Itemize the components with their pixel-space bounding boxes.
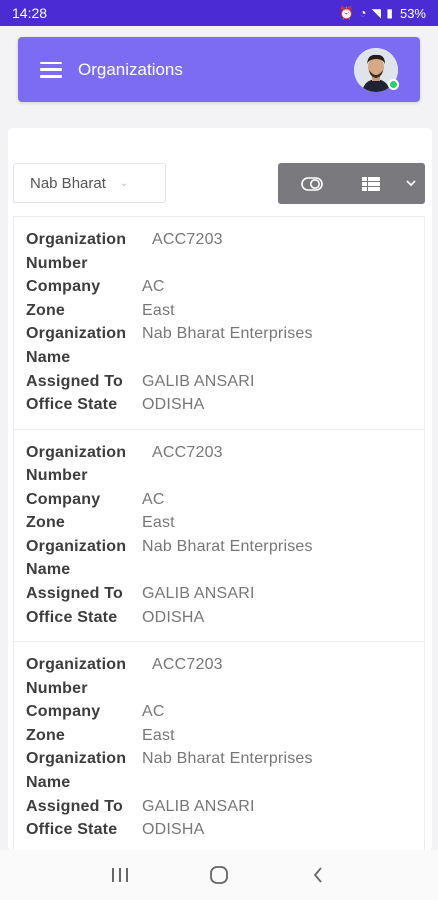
zone-label: Zone bbox=[26, 514, 66, 532]
org-number-label-cont: Number bbox=[26, 254, 88, 272]
assigned-value: GALIB ANSARI bbox=[142, 372, 255, 390]
org-name-value: Nab Bharat Enterprises bbox=[142, 750, 313, 768]
org-name-label-cont: Name bbox=[26, 561, 71, 579]
org-name-label-cont: Name bbox=[26, 348, 71, 366]
org-number-label: Organization bbox=[26, 231, 127, 248]
chevron-down-icon bbox=[406, 180, 416, 187]
online-status-icon bbox=[388, 78, 399, 90]
home-icon bbox=[210, 866, 228, 884]
toggle-icon bbox=[300, 176, 323, 191]
status-time: 14:28 bbox=[12, 5, 48, 21]
org-number-value: ACC7203 bbox=[152, 443, 223, 461]
back-button[interactable] bbox=[298, 855, 338, 895]
list-item[interactable]: Organization ACC7203 Number Company AC Zon… bbox=[14, 217, 424, 430]
toggle-view-button[interactable] bbox=[278, 163, 346, 204]
assigned-value: GALIB ANSARI bbox=[142, 797, 255, 815]
filter-selected-value: Nab Bharat bbox=[30, 174, 106, 192]
state-value: ODISHA bbox=[142, 608, 205, 626]
recent-apps-icon bbox=[111, 868, 128, 882]
zone-value: East bbox=[142, 726, 175, 744]
assigned-label: Assigned To bbox=[26, 797, 124, 815]
status-icons: ⏰ ◔ ◥ ▮ 53% bbox=[339, 6, 426, 21]
system-icons: ⏰ ◔ ◥ ▮ bbox=[338, 6, 394, 20]
company-label: Company bbox=[26, 703, 101, 721]
page-title: Organizations bbox=[78, 59, 183, 79]
organization-list: Organization ACC7203 Number Company AC Zon… bbox=[13, 216, 425, 850]
company-value: AC bbox=[142, 490, 165, 508]
battery-level: 53% bbox=[399, 5, 426, 21]
assigned-label: Assigned To bbox=[26, 372, 124, 390]
org-name-label: Organization bbox=[26, 750, 127, 768]
state-value: ODISHA bbox=[142, 821, 205, 839]
state-label: Office State bbox=[26, 396, 118, 414]
state-value: ODISHA bbox=[142, 396, 205, 414]
org-name-label-cont: Name bbox=[26, 773, 71, 791]
app-header: Organizations bbox=[18, 37, 420, 102]
assigned-value: GALIB ANSARI bbox=[142, 585, 255, 603]
company-value: AC bbox=[142, 703, 165, 721]
org-name-label: Organization bbox=[26, 537, 127, 555]
grid-view-button[interactable] bbox=[346, 163, 398, 204]
org-name-value: Nab Bharat Enterprises bbox=[142, 325, 313, 343]
zone-value: East bbox=[142, 514, 175, 532]
list-item[interactable]: Organization ACC7203 Number Company AC Zon… bbox=[14, 642, 424, 850]
state-label: Office State bbox=[26, 821, 118, 839]
org-number-label-cont: Number bbox=[26, 679, 88, 697]
org-name-label: Organization bbox=[26, 325, 127, 343]
org-name-value: Nab Bharat Enterprises bbox=[142, 537, 313, 555]
zone-label: Zone bbox=[26, 301, 66, 319]
company-label: Company bbox=[26, 490, 101, 508]
status-bar: 14:28 ⏰ ◔ ◥ ▮ 53% bbox=[0, 0, 438, 26]
chevron-down-icon: ⌄ bbox=[119, 177, 129, 189]
list-item[interactable]: Organization ACC7203 Number Company AC Zon… bbox=[14, 430, 424, 642]
view-options-dropdown[interactable] bbox=[397, 163, 425, 204]
zone-value: East bbox=[142, 301, 175, 319]
org-number-value: ACC7203 bbox=[152, 656, 223, 673]
company-value: AC bbox=[142, 278, 165, 296]
recent-apps-button[interactable] bbox=[100, 855, 140, 895]
assigned-label: Assigned To bbox=[26, 585, 124, 603]
view-toggle-group bbox=[278, 163, 425, 204]
organization-filter-select[interactable]: Nab Bharat ⌄ bbox=[13, 163, 166, 203]
state-label: Office State bbox=[26, 608, 118, 626]
home-button[interactable] bbox=[199, 855, 239, 895]
org-number-label-cont: Number bbox=[26, 467, 88, 485]
org-number-label: Organization bbox=[26, 656, 127, 673]
system-navigation-bar bbox=[0, 850, 438, 900]
avatar[interactable] bbox=[354, 47, 399, 92]
org-number-value: ACC7203 bbox=[152, 231, 223, 248]
menu-icon[interactable] bbox=[40, 61, 62, 78]
zone-label: Zone bbox=[26, 726, 66, 744]
back-arrow-icon bbox=[314, 867, 322, 883]
org-number-label: Organization bbox=[26, 443, 127, 461]
table-grid-icon bbox=[362, 176, 381, 191]
company-label: Company bbox=[26, 278, 101, 296]
